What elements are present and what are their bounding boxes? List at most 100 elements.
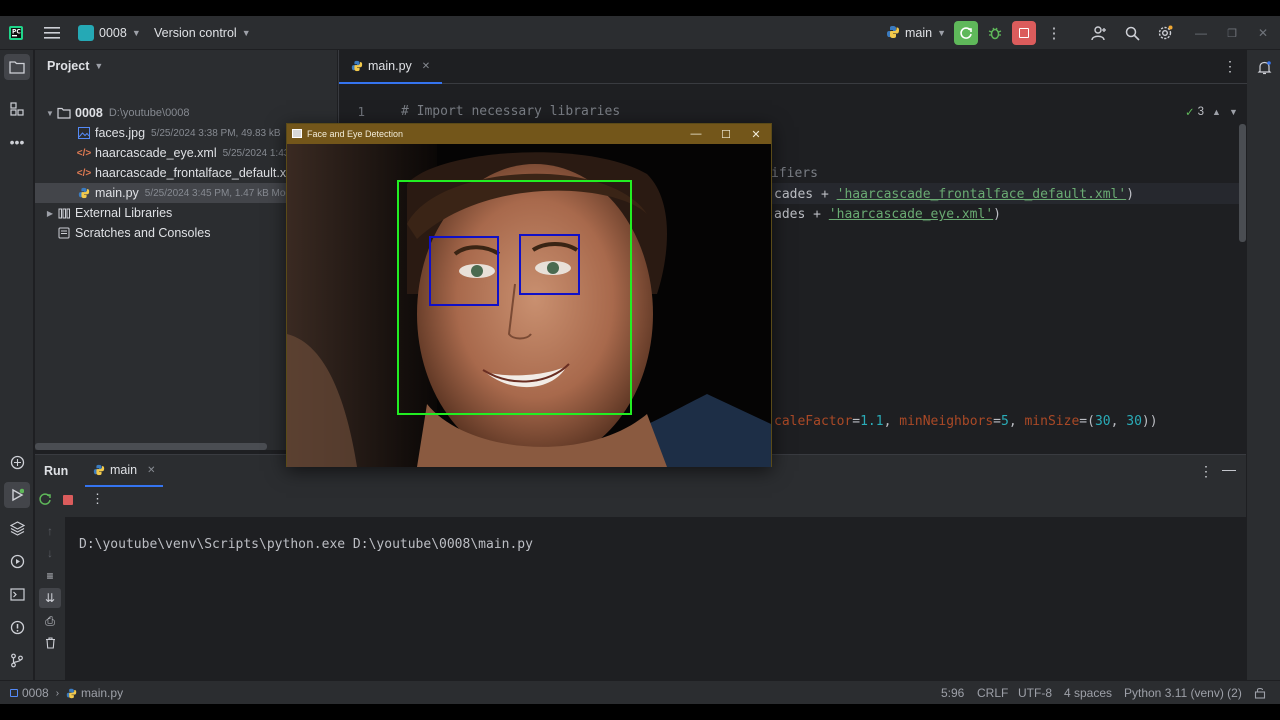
tree-root-folder[interactable]: ▼ 0008 D:\youtube\0008 [35,103,337,123]
debug-icon[interactable] [983,21,1007,45]
notifications-bell-icon[interactable] [1251,54,1277,80]
window-close-icon[interactable]: ✕ [741,124,771,144]
project-switcher[interactable]: 0008 ▼ [78,16,141,50]
version-control-menu[interactable]: Version control ▼ [154,16,251,50]
file-name: haarcascade_eye.xml [95,146,217,160]
chevron-down-icon: ▼ [937,28,947,38]
soft-wrap-icon[interactable]: ≡ [39,566,61,586]
external-libraries-label: External Libraries [75,206,173,220]
editor-vertical-scrollbar[interactable] [1239,124,1246,242]
xml-file-icon: </> [76,167,92,179]
rerun-icon[interactable] [38,492,52,509]
code-line-6[interactable]: ades + 'haarcascade_eye.xml') [774,207,1001,222]
python-interpreter[interactable]: Python 3.11 (venv) (2) [1124,681,1242,704]
scratches-icon [57,226,71,240]
git-branch-icon[interactable] [4,647,30,673]
file-encoding[interactable]: UTF-8 [1018,681,1052,704]
file-name: faces.jpg [95,126,146,140]
run-panel-title: Run [44,464,69,478]
code-line-1[interactable]: # Import necessary libraries [401,104,620,119]
chevron-down-icon: ▼ [94,61,104,71]
breadcrumb[interactable]: 0008 › main.py [10,681,123,704]
project-name: 0008 [99,26,127,40]
chevron-down-icon[interactable]: ▼ [1229,107,1238,117]
stop-icon[interactable] [63,495,73,505]
breadcrumb-project: 0008 [22,686,49,700]
python-packages-icon[interactable] [4,449,30,475]
trash-icon[interactable] [39,633,61,653]
console-output[interactable]: D:\youtube\venv\Scripts\python.exe D:\yo… [79,537,533,552]
expand-arrow-icon[interactable]: ▼ [43,109,57,118]
python-file-icon [351,60,363,72]
scroll-to-end-icon[interactable]: ⇊ [39,588,61,608]
print-icon[interactable]: ⎙ [39,611,61,631]
run-tab-label: main [110,463,138,477]
tab-close-icon[interactable]: ✕ [422,61,430,72]
stop-icon[interactable] [1012,21,1036,45]
rerun-icon[interactable] [954,21,978,45]
terminal-icon[interactable] [4,581,30,607]
window-title-bar[interactable]: Face and Eye Detection — ☐ ✕ [287,124,771,144]
arrow-down-icon[interactable]: ↓ [39,543,61,563]
run-toolbar: ⋮ [35,487,1246,517]
title-bar: PC 0008 ▼ Version control ▼ main ▼ ⋮ — ❐… [0,16,1280,50]
chevron-right-icon: › [55,687,60,699]
window-title: Face and Eye Detection [307,129,404,139]
search-icon[interactable] [1120,21,1144,45]
more-actions-icon[interactable]: ⋮ [1042,21,1066,45]
tab-close-icon[interactable]: ✕ [147,465,155,476]
project-panel-header[interactable]: Project ▼ [47,59,103,73]
settings-gear-icon[interactable] [1153,21,1177,45]
project-horizontal-scrollbar[interactable] [35,443,267,450]
run-panel: Run main ✕ ⋮ — ⋮ ↑ ↓ ≡ ⇊ ⎙ D:\youtube\ve… [35,454,1246,681]
run-options-icon[interactable]: ⋮ [1199,463,1213,480]
branch-label: main [905,26,933,40]
tab-label: main.py [368,59,412,73]
run-tool-icon[interactable] [4,482,30,508]
minimize-icon[interactable]: — [1189,21,1213,45]
window-maximize-icon[interactable]: ☐ [711,124,741,144]
main-menu-icon[interactable] [44,16,60,50]
chevron-down-icon: ▼ [131,28,141,38]
arrow-up-icon[interactable]: ↑ [39,521,61,541]
line-separator[interactable]: CRLF [977,681,1008,704]
more-tools-icon[interactable]: ••• [4,129,30,155]
file-meta: 5/25/2024 3:38 PM, 49.83 kB [151,127,281,139]
window-minimize-icon[interactable]: — [681,124,711,144]
scratches-label: Scratches and Consoles [75,226,211,240]
run-config-selector[interactable]: main ▼ [886,16,946,50]
project-panel-title: Project [47,59,90,73]
readonly-lock-icon[interactable] [1254,681,1266,704]
close-icon[interactable]: ✕ [1251,21,1275,45]
collapse-arrow-icon[interactable]: ▶ [43,209,57,218]
tab-main-py[interactable]: main.py ✕ [339,50,443,84]
detection-image [287,144,771,467]
code-line-4[interactable]: ifiers [771,166,818,181]
project-folder-icon[interactable] [4,54,30,80]
breadcrumb-file: main.py [81,686,124,700]
project-square-icon [10,689,18,697]
python-icon [66,688,77,699]
structure-icon[interactable] [4,96,30,122]
chevron-down-icon: ▼ [241,28,251,38]
inspection-widget[interactable]: ✓ 3 ▲ ▼ [1185,105,1238,119]
folder-icon [57,106,71,120]
more-icon[interactable]: ⋮ [91,491,104,507]
code-line-14[interactable]: caleFactor=1.1, minNeighbors=5, minSize=… [774,414,1158,429]
add-user-icon[interactable] [1087,21,1111,45]
xml-file-icon: </> [76,147,92,159]
services-icon[interactable] [4,548,30,574]
editor-options-icon[interactable]: ⋮ [1223,58,1237,75]
indent-setting[interactable]: 4 spaces [1064,681,1112,704]
problems-icon[interactable] [4,614,30,640]
face-detection-window[interactable]: Face and Eye Detection — ☐ ✕ [286,123,772,467]
caret-position[interactable]: 5:96 [941,681,964,704]
hide-panel-icon[interactable]: — [1222,461,1236,477]
restore-icon[interactable]: ❐ [1220,21,1244,45]
code-line-5[interactable]: cades + 'haarcascade_frontalface_default… [774,187,1134,202]
app-logo-icon[interactable]: PC [8,16,24,50]
run-tab-main[interactable]: main ✕ [85,455,164,487]
chevron-up-icon[interactable]: ▲ [1212,107,1221,117]
inspection-count: 3 [1197,106,1205,118]
layers-icon[interactable] [4,515,30,541]
